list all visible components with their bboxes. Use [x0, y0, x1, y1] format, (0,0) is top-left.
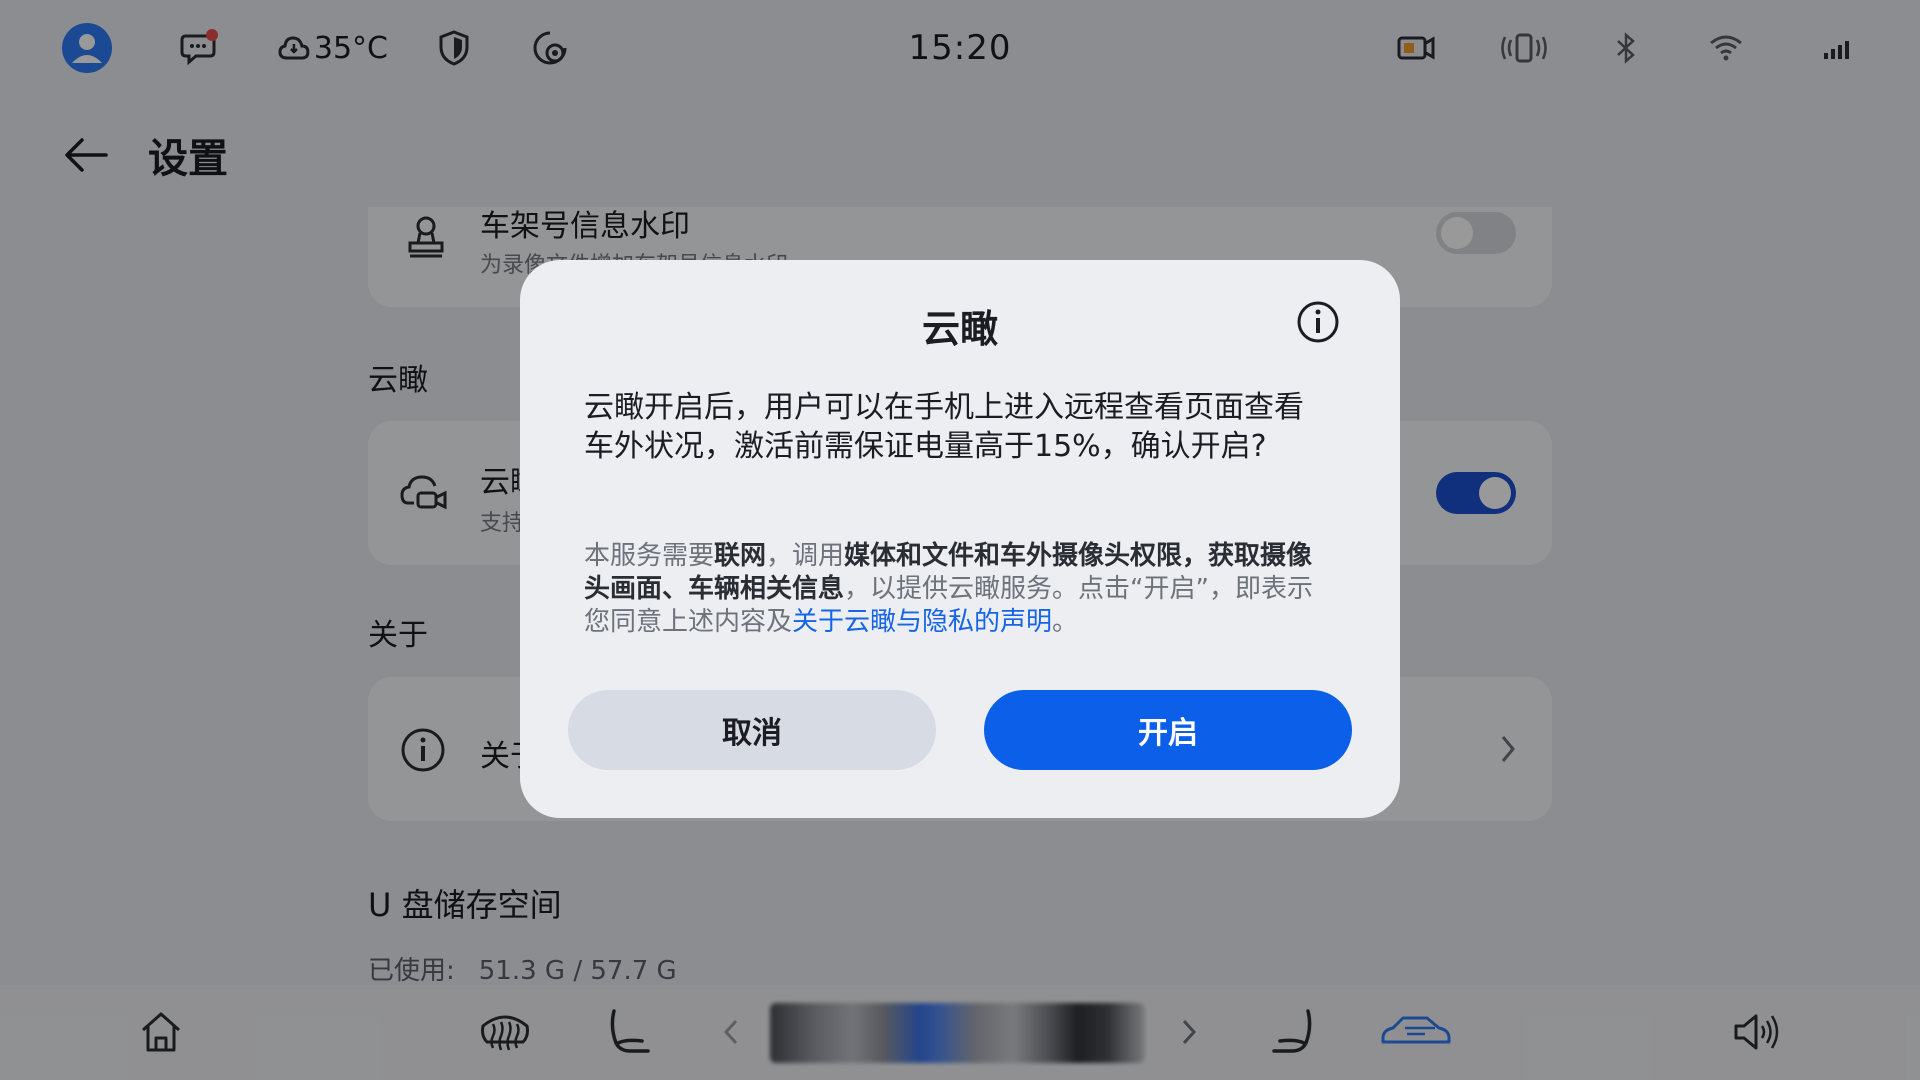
dialog-privacy-note: 本服务需要联网，调用媒体和文件和车外摄像头权限，获取摄像头画面、车辆相关信息，以… — [584, 540, 1324, 639]
privacy-statement-link[interactable]: 关于云瞰与隐私的声明 — [792, 607, 1052, 637]
note-emphasis: 联网 — [714, 541, 767, 571]
cloud-view-dialog: 云瞰 云瞰开启后，用户可以在手机上进入远程查看页面查看车外状况，激活前需保证电量… — [520, 260, 1400, 818]
enable-button[interactable]: 开启 — [984, 690, 1352, 770]
cancel-button[interactable]: 取消 — [568, 690, 936, 770]
dialog-title: 云瞰 — [921, 307, 998, 351]
note-text: 。 — [1052, 607, 1079, 637]
note-text: ，调用 — [766, 541, 845, 571]
note-text: 本服务需要 — [584, 541, 715, 571]
dialog-question: 云瞰开启后，用户可以在手机上进入远程查看页面查看车外状况，激活前需保证电量高于1… — [584, 390, 1304, 464]
info-icon[interactable] — [1296, 300, 1340, 344]
